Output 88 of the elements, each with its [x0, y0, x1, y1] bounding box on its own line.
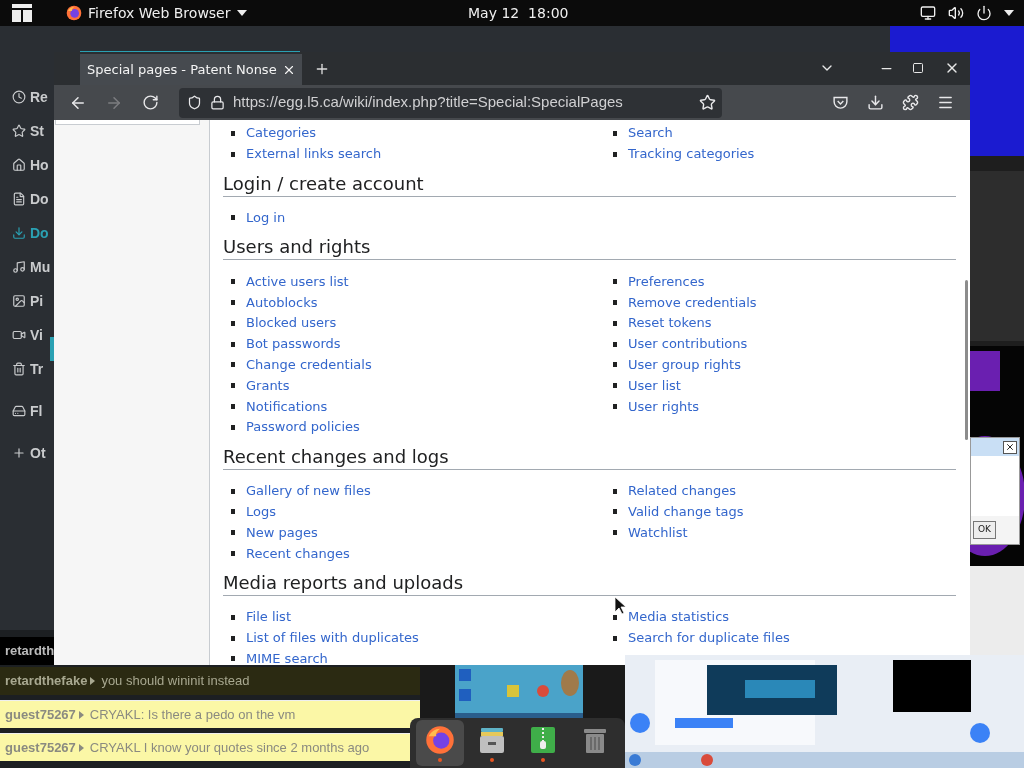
- chat-text: CRYAKL I know your quotes since 2 months ago: [89, 738, 370, 757]
- special-page-link[interactable]: List of files with duplicates: [246, 628, 419, 649]
- chat-text: CRYAKL: Is there a pedo on the vm: [89, 705, 296, 724]
- url-bar[interactable]: https://egg.l5.ca/wiki/index.php?title=Special:SpecialPages: [179, 87, 722, 118]
- special-page-link[interactable]: Reset tokens: [628, 313, 712, 334]
- firefox-icon: [424, 724, 455, 755]
- special-page-link[interactable]: Watchlist: [628, 522, 688, 543]
- special-page-link[interactable]: Valid change tags: [628, 501, 744, 522]
- special-page-link[interactable]: Blocked users: [246, 313, 337, 334]
- sidebar-item[interactable]: Do: [0, 216, 54, 250]
- app-grid-icon[interactable]: [12, 4, 32, 22]
- new-tab-icon[interactable]: [314, 61, 330, 77]
- video-icon: [12, 328, 26, 342]
- chat-username: retardthefake: [5, 672, 88, 691]
- special-page-link[interactable]: File list: [246, 607, 291, 628]
- download-icon: [12, 226, 26, 240]
- bookmark-star-icon[interactable]: [699, 94, 716, 111]
- sidebar-item[interactable]: Vi: [0, 318, 54, 352]
- special-page-link[interactable]: Search: [628, 123, 673, 144]
- caret-icon[interactable]: [236, 10, 247, 16]
- chat-username: guest75267: [5, 705, 76, 724]
- section-heading: Users and rights: [223, 235, 956, 261]
- special-page-link[interactable]: Related changes: [628, 481, 737, 502]
- sidebar-item[interactable]: Ot: [0, 436, 54, 470]
- sidebar-item[interactable]: Ho: [0, 148, 54, 182]
- power-icon[interactable]: [976, 5, 992, 21]
- caret-icon[interactable]: [1004, 10, 1014, 16]
- chat-username: guest75267: [5, 738, 76, 757]
- browser-tab[interactable]: Special pages - Patent Nonse: [80, 54, 302, 85]
- special-page-link[interactable]: Search for duplicate files: [628, 628, 790, 649]
- shield-icon[interactable]: [187, 95, 202, 110]
- special-page-link[interactable]: MIME search: [246, 648, 328, 665]
- special-page-link[interactable]: Change credentials: [246, 354, 372, 375]
- chat-username: retardth: [5, 642, 54, 661]
- special-page-link[interactable]: User rights: [628, 396, 700, 417]
- image-icon: [12, 294, 26, 308]
- special-page-link[interactable]: Bot passwords: [246, 334, 341, 355]
- home-icon: [12, 158, 26, 172]
- trash-icon: [12, 362, 26, 376]
- triangle-icon: [90, 677, 96, 685]
- special-page-link[interactable]: Tracking categories: [628, 144, 755, 165]
- special-page-link[interactable]: Preferences: [628, 271, 705, 292]
- special-page-link[interactable]: Grants: [246, 375, 290, 396]
- drive-icon: [12, 404, 26, 418]
- special-page-link[interactable]: Remove credentials: [628, 292, 757, 313]
- dock-item[interactable]: [415, 720, 464, 766]
- special-page-link[interactable]: User list: [628, 375, 681, 396]
- star-icon: [12, 124, 26, 138]
- special-page-link[interactable]: Recent changes: [246, 543, 350, 564]
- sidebar-item[interactable]: Re: [0, 80, 54, 114]
- special-page-link[interactable]: Gallery of new files: [246, 481, 371, 502]
- sidebar-item[interactable]: Pi: [0, 284, 54, 318]
- special-page-link[interactable]: User contributions: [628, 334, 748, 355]
- clock[interactable]: May 12 18:00: [468, 2, 569, 24]
- pocket-icon[interactable]: [832, 94, 849, 111]
- special-page-link[interactable]: Password policies: [246, 417, 360, 438]
- special-page-link[interactable]: Log in: [246, 208, 286, 228]
- plus-icon: [12, 446, 26, 460]
- special-page-link[interactable]: Active users list: [246, 271, 349, 292]
- sidebar-item[interactable]: Fl: [0, 394, 54, 428]
- sidebar-item[interactable]: St: [0, 114, 54, 148]
- section-heading: Media reports and uploads: [223, 570, 956, 596]
- special-page-link[interactable]: Notifications: [246, 396, 328, 417]
- chat-text: you should wininit instead: [101, 672, 250, 691]
- special-page-link[interactable]: User group rights: [628, 354, 741, 375]
- triangle-icon: [78, 743, 84, 752]
- lock-icon[interactable]: [210, 95, 225, 110]
- special-page-link[interactable]: Logs: [246, 501, 276, 522]
- sidebar-item[interactable]: Mu: [0, 250, 54, 284]
- special-page-link[interactable]: New pages: [246, 522, 318, 543]
- mouse-pointer-icon: [615, 597, 626, 614]
- clock-icon: [12, 90, 26, 104]
- volume-icon[interactable]: [948, 5, 964, 21]
- triangle-icon: [78, 710, 84, 719]
- sidebar-item[interactable]: Tr: [0, 352, 54, 386]
- app-name[interactable]: Firefox Web Browser: [88, 2, 231, 24]
- section-heading: Recent changes and logs: [223, 444, 956, 470]
- sidebar-item[interactable]: Do: [0, 182, 54, 216]
- section-heading: Login / create account: [223, 171, 956, 197]
- document-icon: [12, 192, 26, 206]
- music-icon: [12, 260, 26, 274]
- special-page-link[interactable]: Autoblocks: [246, 292, 318, 313]
- reload-icon: [141, 94, 159, 111]
- download-icon[interactable]: [867, 94, 884, 111]
- special-page-link[interactable]: Media statistics: [628, 607, 730, 628]
- special-page-link[interactable]: Categories: [246, 123, 317, 144]
- special-page-link[interactable]: External links search: [246, 144, 382, 165]
- firefox-icon: [66, 5, 82, 21]
